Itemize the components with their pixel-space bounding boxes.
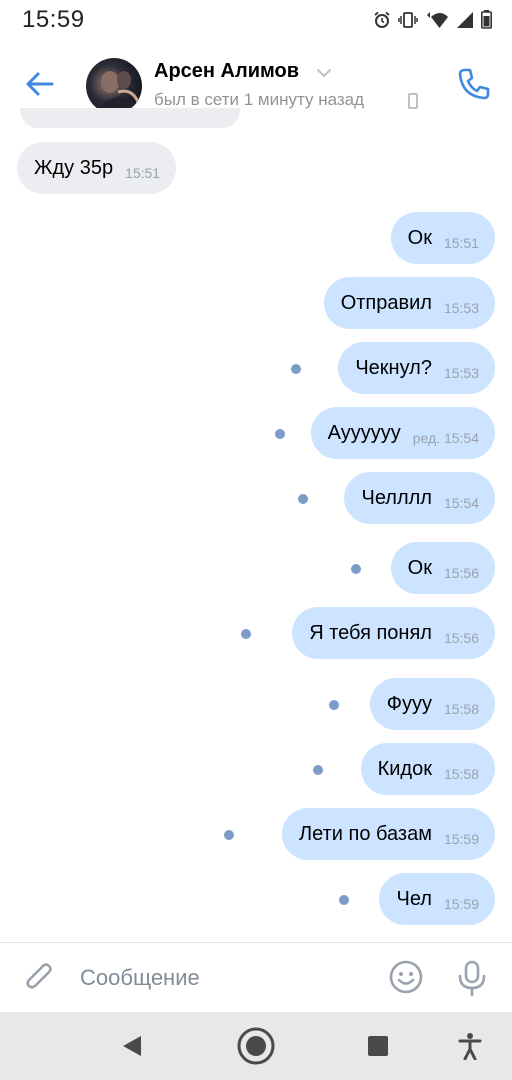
message-bubble-outgoing[interactable]: Лети по базам 15:59 — [282, 808, 495, 860]
message-time: 15:54 — [443, 495, 479, 511]
signal-icon — [457, 11, 473, 28]
message-text: Ок — [407, 226, 432, 249]
message-bubble-outgoing[interactable]: Ауууууу ред. 15:54 — [310, 407, 495, 459]
message-time: 15:54 — [443, 430, 479, 446]
message-bubble-outgoing[interactable]: Ок 15:51 — [390, 212, 495, 264]
message-text: Ок — [407, 556, 432, 579]
paperclip-icon — [26, 963, 52, 989]
message-bubble-outgoing[interactable]: Я тебя понял 15:56 — [292, 607, 495, 659]
vibrate-icon — [398, 11, 418, 28]
message-time: 15:59 — [443, 831, 479, 847]
message-text: Отправил — [340, 291, 432, 314]
nav-recents-icon[interactable] — [368, 1036, 388, 1056]
last-seen-status: был в сети 1 минуту назад — [154, 90, 365, 109]
status-bar: 15:59 — [0, 0, 512, 44]
message-time: 15:56 — [443, 565, 479, 581]
message-time: 15:58 — [443, 701, 479, 717]
system-nav-bar — [0, 1012, 512, 1080]
message-time: 15:59 — [443, 896, 479, 912]
unread-indicator — [275, 429, 285, 439]
message-bubble-outgoing[interactable]: Чекнул? 15:53 — [338, 342, 495, 394]
message-text: Чекнул? — [355, 356, 432, 379]
message-bubble-outgoing[interactable]: Чел 15:59 — [379, 873, 495, 925]
mobile-device-icon — [408, 93, 418, 109]
message-text: Лети по базам — [299, 822, 432, 845]
message-bubble-outgoing[interactable]: Фууу 15:58 — [369, 678, 495, 730]
unread-indicator — [224, 830, 234, 840]
message-text: Чел — [396, 887, 432, 910]
avatar[interactable] — [86, 58, 142, 114]
unread-indicator — [329, 700, 339, 710]
accessibility-icon[interactable] — [458, 1032, 482, 1060]
voice-message-button[interactable] — [456, 959, 488, 997]
unread-indicator — [298, 494, 308, 504]
attach-button[interactable] — [22, 959, 58, 995]
message-time: 15:58 — [443, 766, 479, 782]
chevron-down-icon[interactable] — [316, 68, 332, 78]
message-bubble-outgoing[interactable]: Челллл 15:54 — [344, 472, 495, 524]
message-text: Кидок — [377, 757, 432, 780]
message-bubble-outgoing[interactable]: Отправил 15:53 — [323, 277, 495, 329]
alarm-icon — [374, 11, 390, 28]
unread-indicator — [351, 564, 361, 574]
message-text: Я тебя понял — [309, 621, 432, 644]
message-time: 15:53 — [443, 300, 479, 316]
emoji-button[interactable] — [388, 959, 424, 995]
unread-indicator — [339, 895, 349, 905]
message-text: Фууу — [386, 692, 432, 715]
message-time: 15:56 — [443, 630, 479, 646]
status-time: 15:59 — [22, 6, 85, 33]
battery-icon — [481, 10, 492, 29]
edited-label: ред. — [412, 430, 441, 446]
message-bubble-outgoing[interactable]: Ок 15:56 — [390, 542, 495, 594]
message-meta: ред. 15:54 — [413, 430, 479, 446]
unread-indicator — [313, 765, 323, 775]
message-composer — [0, 942, 512, 1012]
message-list[interactable]: Жду 35р 15:51 Ок 15:51 Отправил 15:53 Че… — [0, 124, 512, 942]
smile-icon — [389, 960, 423, 994]
message-text: Жду 35р — [34, 156, 114, 179]
contact-name[interactable]: Арсен Алимов — [154, 60, 299, 83]
call-button[interactable] — [456, 66, 492, 102]
message-bubble-outgoing[interactable]: Кидок 15:58 — [360, 743, 495, 795]
status-icons — [373, 10, 492, 29]
phone-icon — [458, 68, 490, 100]
unread-indicator — [241, 629, 251, 639]
wifi-icon — [427, 11, 448, 28]
message-time: 15:51 — [443, 235, 479, 251]
nav-home-icon[interactable] — [236, 1026, 276, 1066]
back-button[interactable] — [22, 66, 58, 102]
message-time: 15:51 — [125, 165, 161, 181]
message-text: Ауууууу — [327, 421, 401, 444]
message-bubble-incoming[interactable]: Жду 35р 15:51 — [17, 142, 177, 194]
nav-back-icon[interactable] — [120, 1034, 144, 1058]
avatar-photo — [94, 71, 142, 114]
message-time: 15:53 — [443, 365, 479, 381]
message-input[interactable] — [80, 961, 360, 995]
arrow-left-icon — [26, 72, 54, 96]
microphone-icon — [458, 960, 486, 997]
message-text: Челллл — [361, 486, 432, 509]
unread-indicator — [291, 364, 301, 374]
